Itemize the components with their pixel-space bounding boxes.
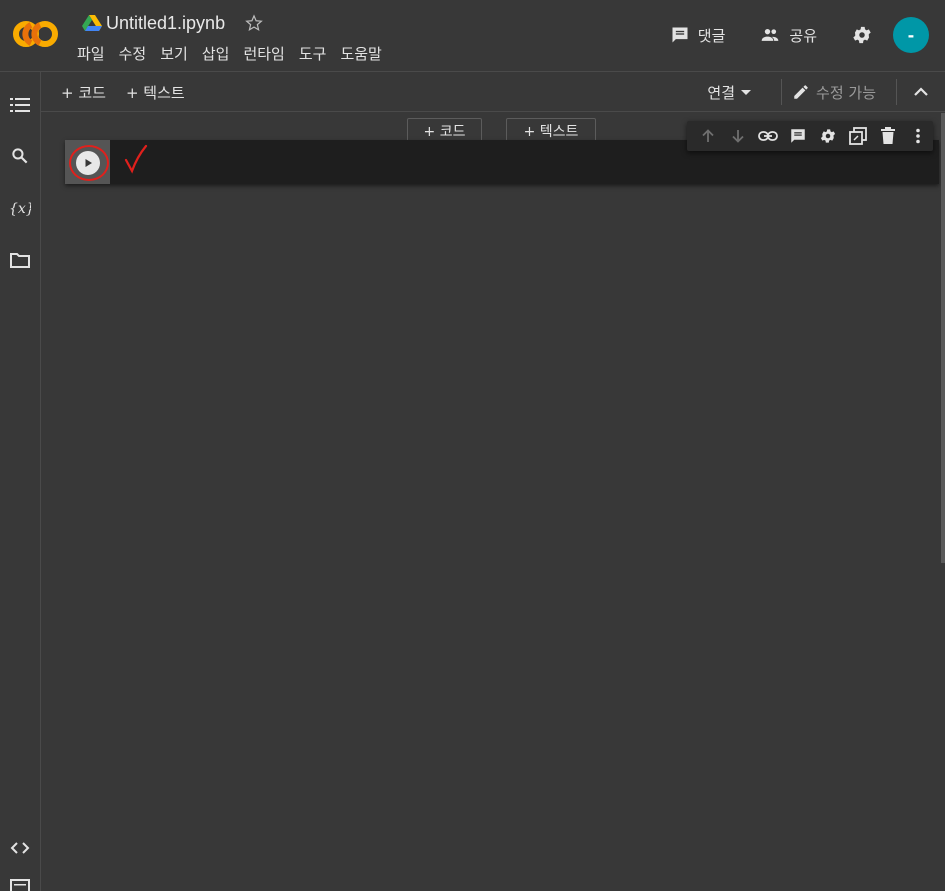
more-vert-icon[interactable] [903,121,933,151]
title-row: Untitled1.ipynb [82,11,263,35]
colab-logo[interactable] [12,14,60,54]
cell-toolbar [687,121,933,151]
delete-icon[interactable] [873,121,903,151]
menu-view[interactable]: 보기 [160,43,188,64]
menu-bar: 파일 수정 보기 삽입 런타임 도구 도움말 [77,43,396,64]
arrow-down-icon[interactable] [723,121,753,151]
share-button[interactable]: 공유 [759,25,817,46]
gear-icon[interactable] [813,121,843,151]
link-icon[interactable] [753,121,783,151]
people-icon [762,29,779,41]
comment-icon[interactable] [783,121,813,151]
toolbar-divider [781,79,783,105]
header-actions: 댓글 공유 - [670,16,945,54]
share-label: 공유 [789,26,817,45]
left-sidebar: {x} [0,72,41,891]
comment-icon [672,27,688,43]
comments-label: 댓글 [697,26,726,45]
top-header: Untitled1.ipynb 파일 수정 보기 삽입 런타임 도구 도움말 댓… [0,0,945,72]
annotation-circle [69,145,109,181]
mirror-cell-icon[interactable] [843,121,873,151]
menu-runtime[interactable]: 런타임 [243,43,284,64]
menu-help[interactable]: 도움말 [340,43,381,64]
account-avatar[interactable]: - [893,17,929,53]
menu-file[interactable]: 파일 [77,43,105,64]
caret-down-icon [741,90,752,95]
code-snippets-icon[interactable] [9,837,31,859]
editable-status-button[interactable]: 수정 가능 [792,82,876,103]
connect-button[interactable]: 연결 [707,82,757,103]
pencil-icon [794,85,808,99]
toc-icon[interactable] [9,94,31,116]
arrow-up-icon[interactable] [693,121,723,151]
notebook-title[interactable]: Untitled1.ipynb [106,13,225,34]
annotation-checkmark-icon [124,144,148,174]
menu-insert[interactable]: 삽입 [202,43,230,64]
google-drive-icon[interactable] [82,14,102,32]
svg-text:{x}: {x} [9,201,31,217]
connect-label: 연결 [707,83,736,102]
folder-icon[interactable] [9,249,31,271]
search-icon[interactable] [9,145,31,167]
comments-button[interactable]: 댓글 [670,25,726,46]
add-code-button[interactable]: + 코드 [61,82,106,103]
chevron-up-icon[interactable] [907,78,935,106]
variables-icon[interactable]: {x} [9,197,31,219]
settings-gear-icon[interactable] [851,24,873,46]
add-text-button[interactable]: + 텍스트 [126,82,185,103]
terminal-icon[interactable] [9,878,31,891]
star-icon[interactable] [245,14,263,32]
vertical-scrollbar[interactable] [941,113,945,563]
editable-label: 수정 가능 [816,83,876,102]
notebook-toolbar: + 코드 + 텍스트 연결 수정 가능 [41,72,945,112]
toolbar-divider [896,79,897,105]
menu-tools[interactable]: 도구 [299,43,327,64]
menu-edit[interactable]: 수정 [119,43,147,64]
